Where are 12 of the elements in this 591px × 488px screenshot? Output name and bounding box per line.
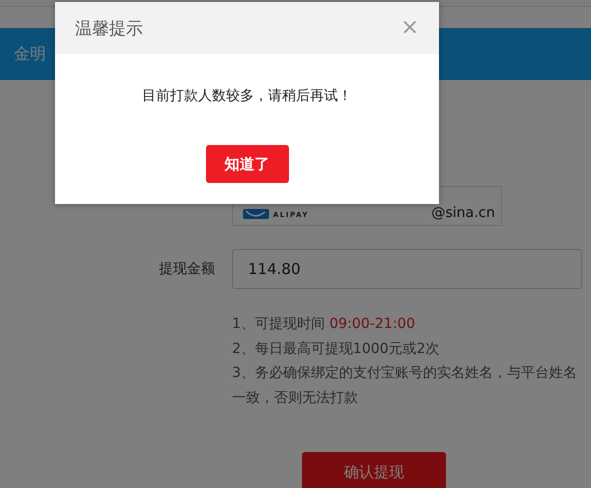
header-title: 金明 <box>14 44 46 64</box>
note-text: 1、可提现时间 09:00-21:00 <box>232 315 416 334</box>
confirm-button[interactable]: 确认提现 <box>302 452 446 488</box>
account-email: @sina.cn <box>431 206 495 221</box>
field-label: 提现金额 <box>158 260 215 278</box>
amount-field[interactable]: 114.80 <box>232 249 582 289</box>
ok-button[interactable]: 知道了 <box>206 145 288 183</box>
close-button[interactable]: × <box>400 17 419 39</box>
note-text: 3、务必确保绑定的支付宝账号的实名姓名，与平台姓名一致，否则无法打款 <box>232 364 578 408</box>
note-text: 2、每日最高可提现1000元或2次 <box>232 340 440 358</box>
dialog-title: 温馨提示 <box>75 18 143 40</box>
dialog-message: 目前打款人数较多，请稍后再试！ <box>141 87 353 105</box>
